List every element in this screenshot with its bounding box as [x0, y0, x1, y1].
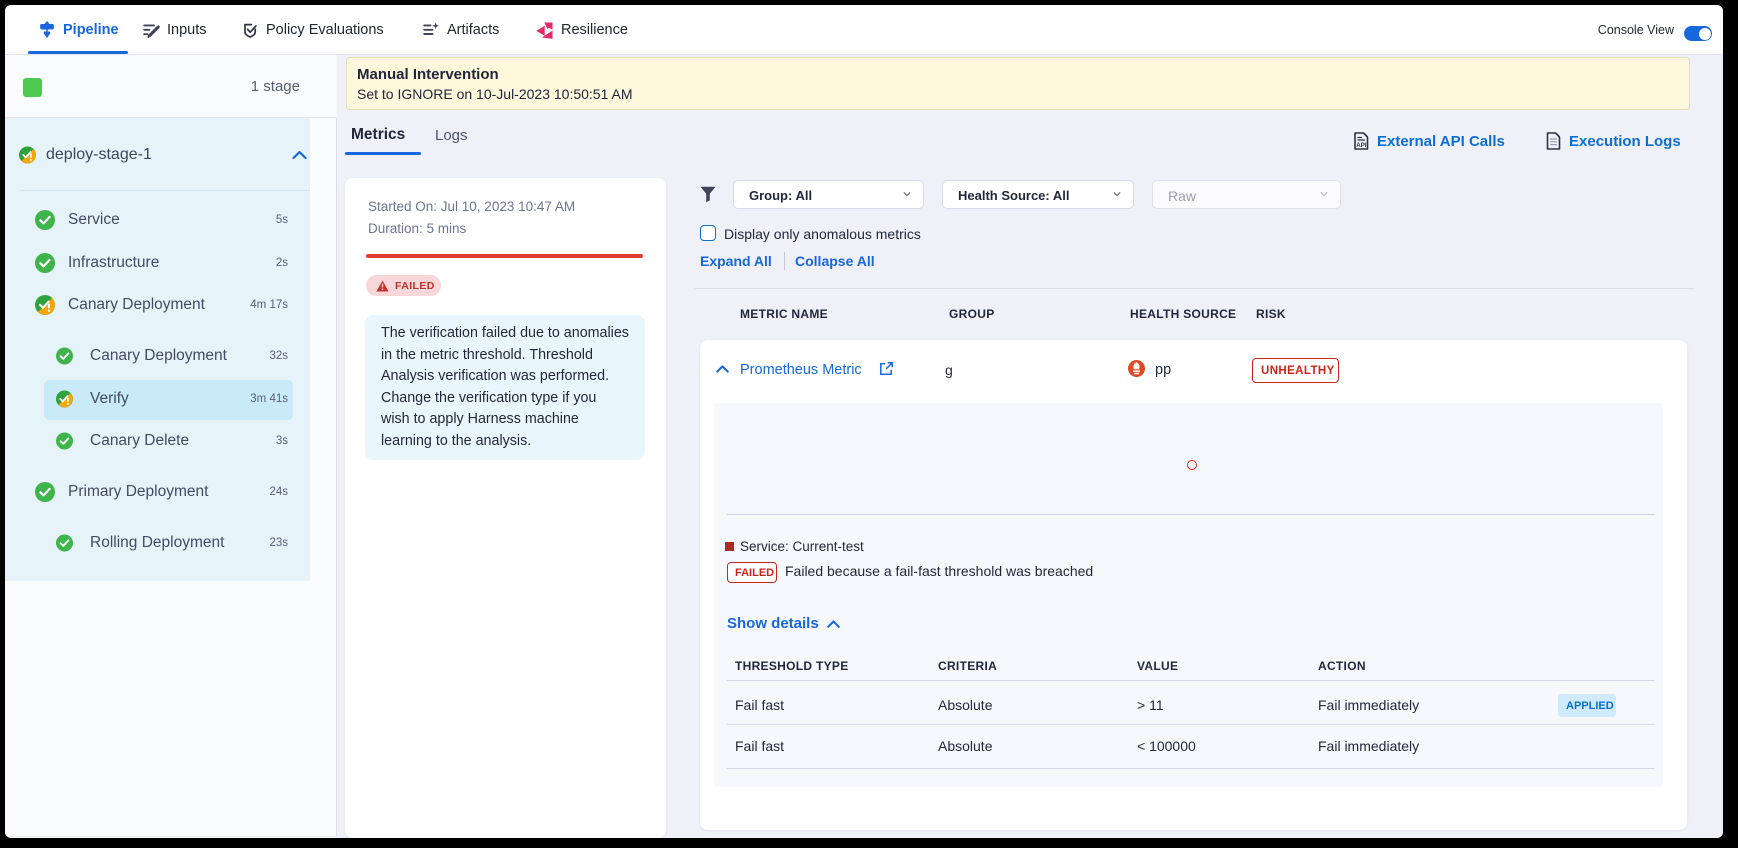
- svg-text:API: API: [1356, 142, 1367, 149]
